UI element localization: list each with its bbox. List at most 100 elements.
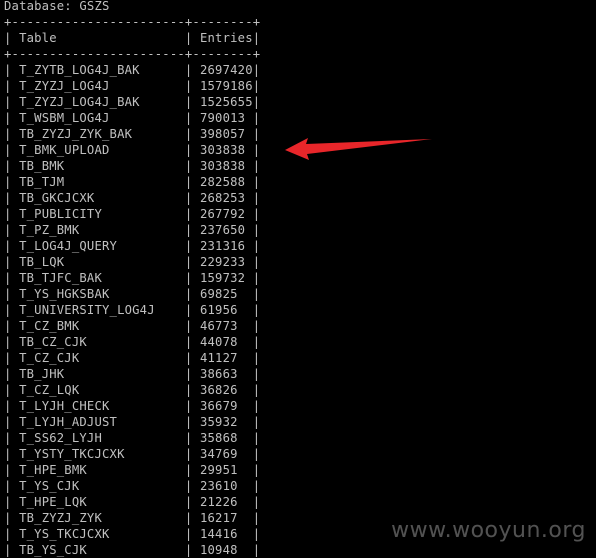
row-table-name: T_YS_HGKSBAK bbox=[19, 287, 185, 301]
row-table-name: TB_GKCJCXK bbox=[19, 191, 185, 205]
table-row: | T_WSBM_LOG4J | 790013 | bbox=[4, 110, 260, 126]
row-border: | bbox=[184, 159, 200, 173]
row-border: | bbox=[184, 447, 200, 461]
database-label: Database: GSZS bbox=[4, 0, 110, 13]
row-border: | bbox=[252, 63, 261, 77]
table-row: | T_CZ_CJK | 41127 | bbox=[4, 350, 260, 366]
row-border: | bbox=[4, 127, 20, 141]
row-border: | bbox=[252, 415, 261, 429]
row-border: | bbox=[184, 191, 200, 205]
row-table-name: T_YS_CJK bbox=[19, 479, 185, 493]
row-border: | bbox=[4, 335, 20, 349]
row-border: | bbox=[184, 255, 200, 269]
row-border: | bbox=[184, 95, 200, 109]
row-border: | bbox=[4, 543, 20, 557]
row-border: | bbox=[184, 127, 200, 141]
row-border: | bbox=[4, 495, 20, 509]
row-border: | bbox=[4, 447, 20, 461]
row-entries: 790013 bbox=[199, 111, 253, 125]
row-border: | bbox=[252, 143, 261, 157]
row-border: | bbox=[184, 287, 200, 301]
row-border: | bbox=[252, 127, 261, 141]
row-border: | bbox=[4, 191, 20, 205]
row-border: | bbox=[184, 463, 200, 477]
row-border: | bbox=[252, 111, 261, 125]
table-row: | T_ZYZJ_LOG4J | 1579186| bbox=[4, 78, 260, 94]
row-border: | bbox=[4, 527, 20, 541]
table-row: | T_LYJH_CHECK | 36679 | bbox=[4, 398, 260, 414]
table-row: | T_ZYTB_LOG4J_BAK | 2697420| bbox=[4, 62, 260, 78]
row-border: | bbox=[184, 207, 200, 221]
row-entries: 2697420 bbox=[199, 63, 253, 77]
header-end: | bbox=[252, 31, 261, 45]
row-table-name: T_SS62_LYJH bbox=[19, 431, 185, 445]
row-border: | bbox=[184, 527, 200, 541]
row-entries: 1579186 bbox=[199, 79, 253, 93]
row-border: | bbox=[252, 463, 261, 477]
row-entries: 231316 bbox=[199, 239, 253, 253]
row-border: | bbox=[4, 479, 20, 493]
table-header: | Table | Entries| bbox=[4, 30, 260, 46]
row-table-name: T_PUBLICITY bbox=[19, 207, 185, 221]
row-border: | bbox=[4, 223, 20, 237]
row-border: | bbox=[184, 495, 200, 509]
row-entries: 282588 bbox=[199, 175, 253, 189]
row-border: | bbox=[252, 191, 261, 205]
row-table-name: TB_LQK bbox=[19, 255, 185, 269]
row-table-name: T_LYJH_CHECK bbox=[19, 399, 185, 413]
row-table-name: T_CZ_LQK bbox=[19, 383, 185, 397]
row-table-name: T_YSTY_TKCJCXK bbox=[19, 447, 185, 461]
row-table-name: T_BMK_UPLOAD bbox=[19, 143, 185, 157]
row-border: | bbox=[184, 111, 200, 125]
table-row: | T_PZ_BMK | 237650 | bbox=[4, 222, 260, 238]
row-border: | bbox=[252, 447, 261, 461]
row-entries: 303838 bbox=[199, 143, 253, 157]
table-row: | T_UNIVERSITY_LOG4J | 61956 | bbox=[4, 302, 260, 318]
row-table-name: TB_TJFC_BAK bbox=[19, 271, 185, 285]
row-border: | bbox=[184, 367, 200, 381]
row-entries: 303838 bbox=[199, 159, 253, 173]
row-entries: 159732 bbox=[199, 271, 253, 285]
row-border: | bbox=[252, 527, 261, 541]
table-row: | T_CZ_BMK | 46773 | bbox=[4, 318, 260, 334]
table-row: | T_YS_TKCJCXK | 14416 | bbox=[4, 526, 260, 542]
table-row: | TB_YS_CJK | 10948 | bbox=[4, 542, 260, 558]
row-border: | bbox=[4, 367, 20, 381]
row-border: | bbox=[4, 351, 20, 365]
row-table-name: TB_JHK bbox=[19, 367, 185, 381]
row-border: | bbox=[184, 303, 200, 317]
row-border: | bbox=[252, 511, 261, 525]
table-row: | TB_LQK | 229233 | bbox=[4, 254, 260, 270]
table-row: | T_YSTY_TKCJCXK | 34769 | bbox=[4, 446, 260, 462]
row-table-name: T_HPE_BMK bbox=[19, 463, 185, 477]
row-border: | bbox=[252, 543, 261, 557]
row-table-name: T_LYJH_ADJUST bbox=[19, 415, 185, 429]
console-window: Database: GSZS +-----------------------+… bbox=[0, 0, 596, 557]
row-border: | bbox=[4, 175, 20, 189]
row-entries: 398057 bbox=[199, 127, 253, 141]
table-row: | TB_ZYZJ_ZYK | 16217 | bbox=[4, 510, 260, 526]
row-table-name: T_WSBM_LOG4J bbox=[19, 111, 185, 125]
row-entries: 69825 bbox=[199, 287, 253, 301]
row-border: | bbox=[184, 223, 200, 237]
row-border: | bbox=[252, 207, 261, 221]
row-border: | bbox=[184, 351, 200, 365]
row-table-name: T_CZ_CJK bbox=[19, 351, 185, 365]
row-border: | bbox=[252, 287, 261, 301]
table-row: | T_SS62_LYJH | 35868 | bbox=[4, 430, 260, 446]
row-table-name: T_HPE_LQK bbox=[19, 495, 185, 509]
row-border: | bbox=[4, 255, 20, 269]
row-border: | bbox=[184, 431, 200, 445]
row-border: | bbox=[4, 415, 20, 429]
row-table-name: TB_TJM bbox=[19, 175, 185, 189]
row-border: | bbox=[252, 335, 261, 349]
row-border: | bbox=[4, 287, 20, 301]
row-entries: 29951 bbox=[199, 463, 253, 477]
table-row: | TB_JHK | 38663 | bbox=[4, 366, 260, 382]
table-row: | T_HPE_BMK | 29951 | bbox=[4, 462, 260, 478]
table-row: | T_BMK_UPLOAD | 303838 | bbox=[4, 142, 260, 158]
row-border: | bbox=[252, 383, 261, 397]
table-row: | T_PUBLICITY | 267792 | bbox=[4, 206, 260, 222]
table-row: | T_YS_CJK | 23610 | bbox=[4, 478, 260, 494]
row-entries: 16217 bbox=[199, 511, 253, 525]
